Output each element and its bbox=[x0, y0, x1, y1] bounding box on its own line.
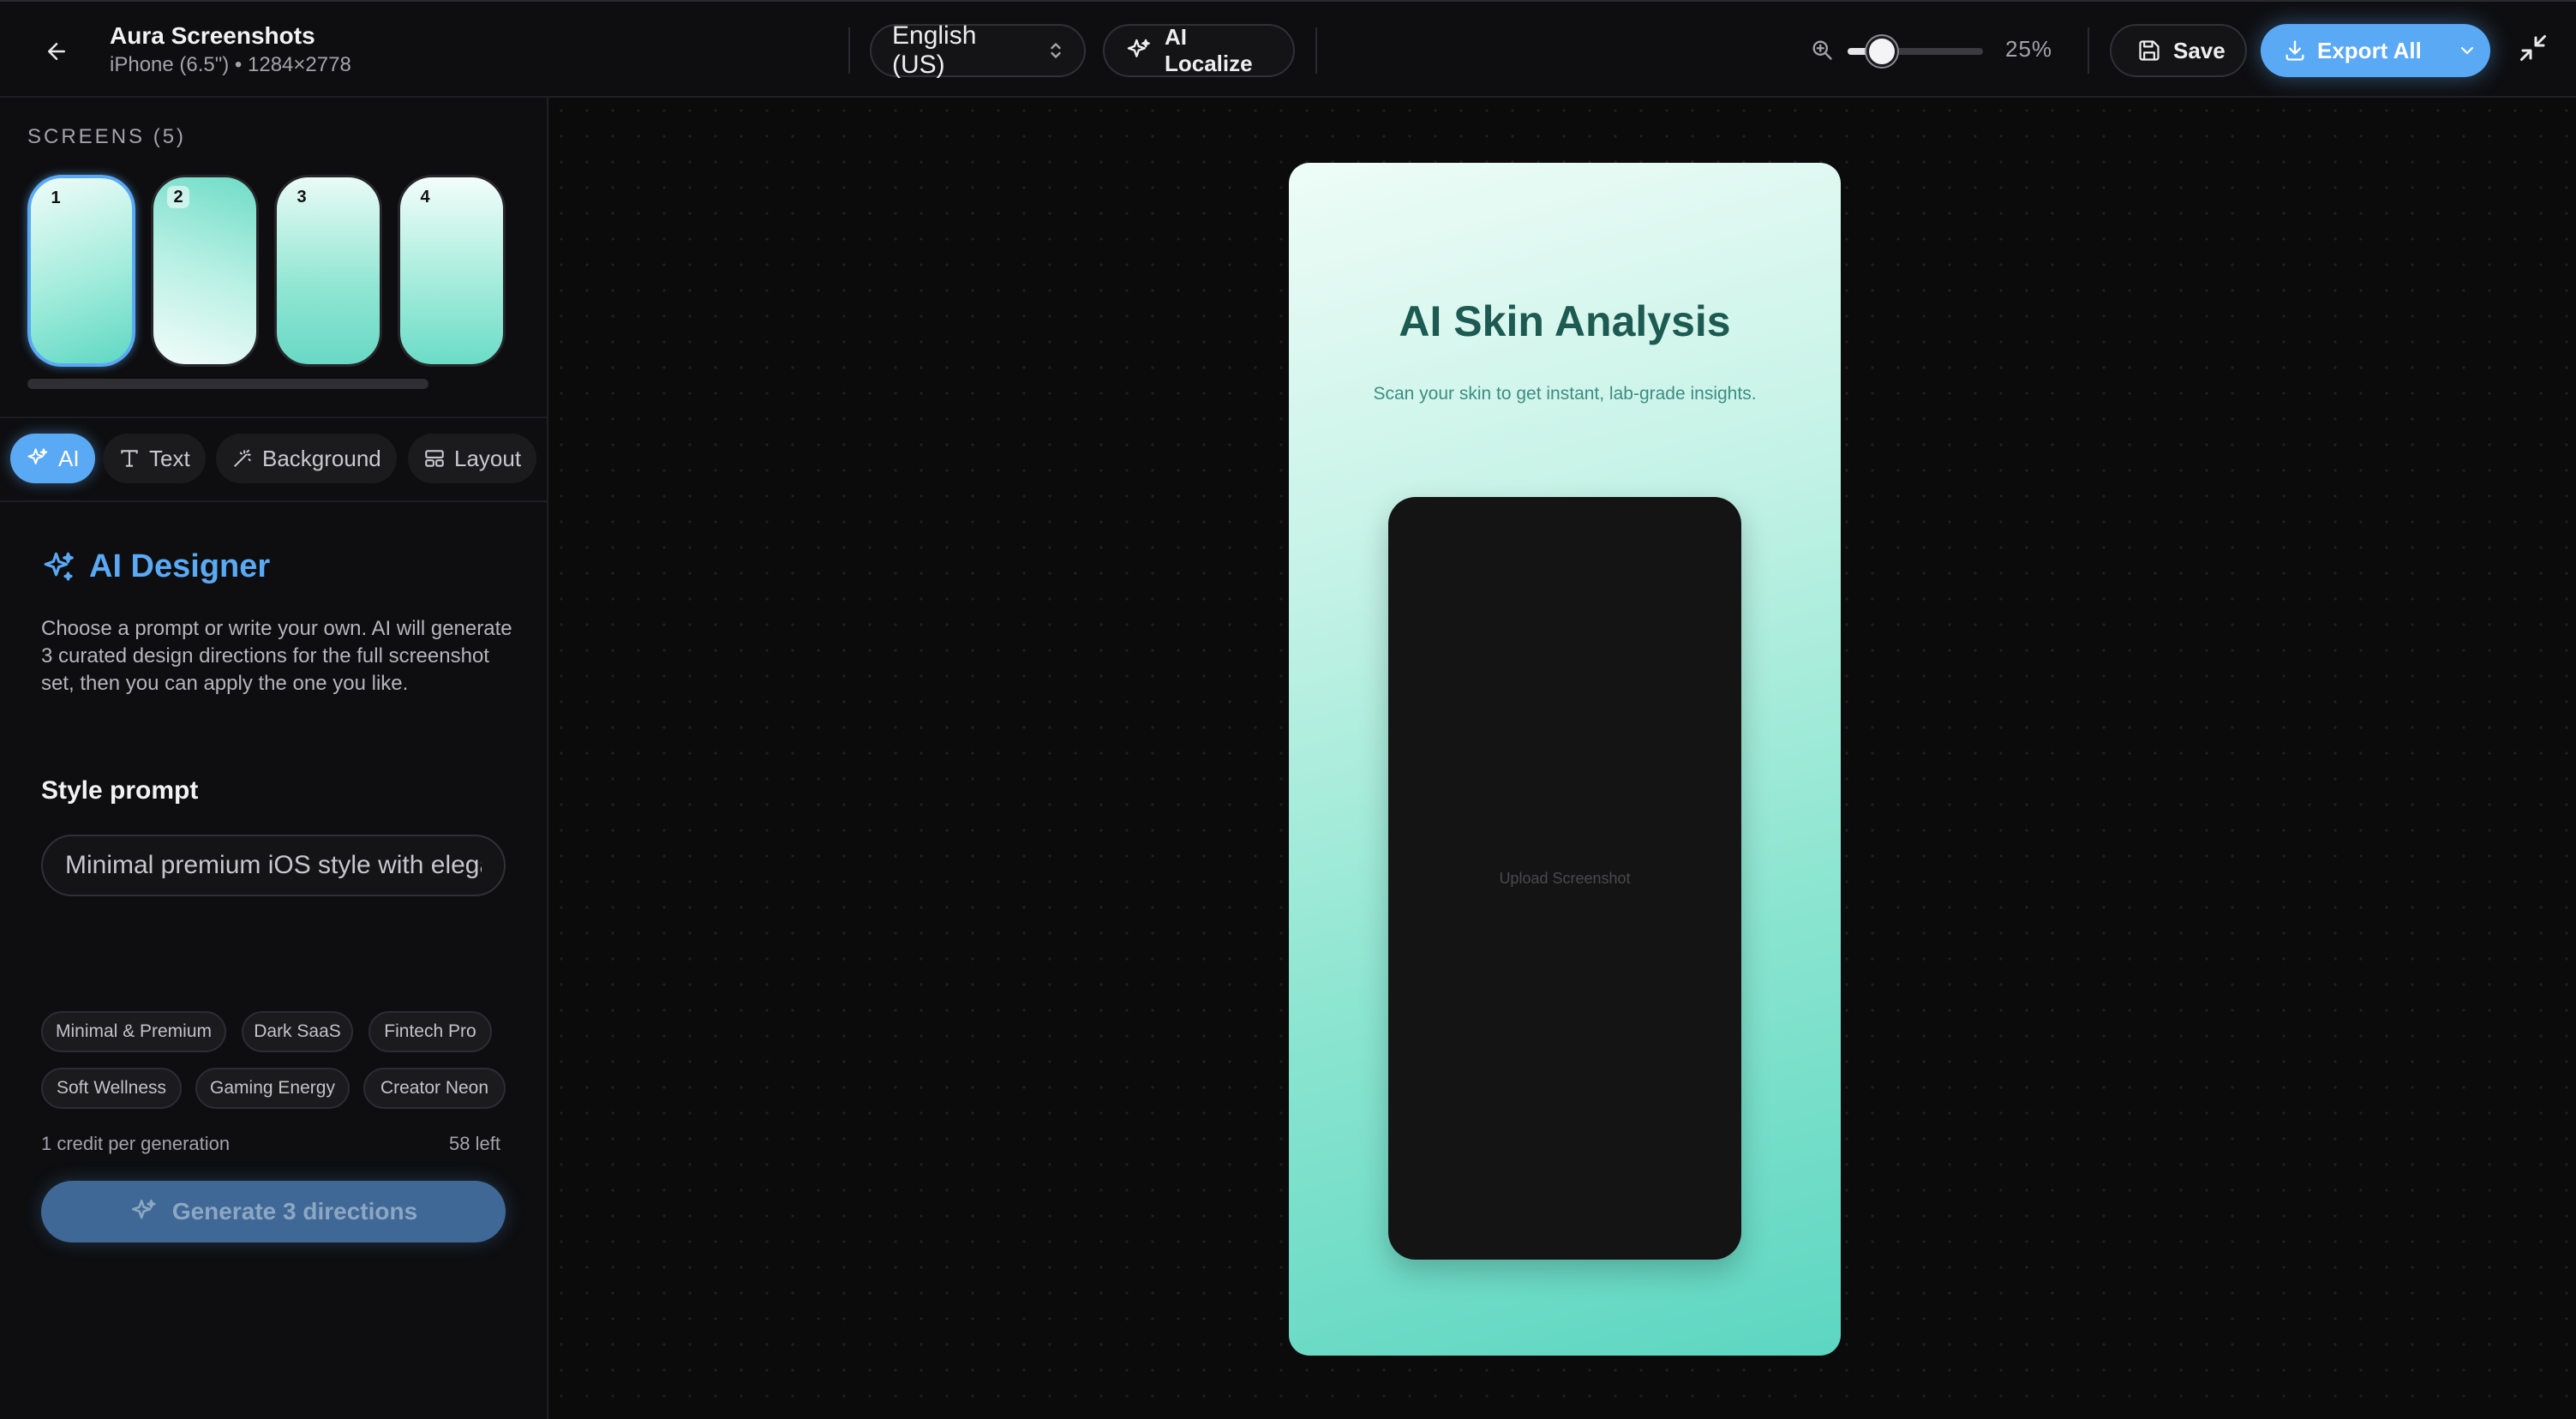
style-prompt-label: Style prompt bbox=[41, 776, 199, 805]
screens-label: SCREENS (5) bbox=[27, 125, 187, 148]
ai-designer-title: AI Designer bbox=[89, 548, 271, 584]
screen-thumbnail-2[interactable]: 2 bbox=[151, 175, 259, 367]
device-frame-upload[interactable]: Upload Screenshot bbox=[1388, 497, 1741, 1260]
divider bbox=[1315, 27, 1317, 74]
preset-chip[interactable]: Minimal & Premium bbox=[41, 1011, 226, 1052]
divider bbox=[0, 500, 547, 502]
zoom-in-icon bbox=[1810, 38, 1834, 62]
divider bbox=[848, 27, 850, 74]
arrow-left-icon bbox=[44, 39, 69, 64]
save-label: Save bbox=[2173, 37, 2226, 63]
thumbnail-number: 4 bbox=[420, 187, 430, 207]
device-subtitle: iPhone (6.5") • 1284×2778 bbox=[110, 53, 351, 76]
sidebar: SCREENS (5) 1 2 3 4 AI Text Background L… bbox=[0, 98, 548, 1419]
screenshot-headline[interactable]: AI Skin Analysis bbox=[1289, 296, 1841, 346]
chevron-up-down-icon bbox=[1048, 40, 1063, 61]
export-all-button[interactable]: Export All bbox=[2261, 24, 2490, 77]
screen-thumbnail-1[interactable]: 1 bbox=[27, 175, 135, 367]
export-all-main[interactable]: Export All bbox=[2261, 24, 2444, 77]
thumbnails-scrollbar[interactable] bbox=[27, 379, 428, 389]
credit-cost-text: 1 credit per generation bbox=[41, 1133, 231, 1154]
language-value: English (US) bbox=[892, 21, 977, 79]
editor-canvas[interactable]: AI Skin Analysis Scan your skin to get i… bbox=[548, 98, 2576, 1419]
thumbnail-number: 1 bbox=[51, 188, 61, 207]
zoom-value: 25% bbox=[2005, 36, 2053, 62]
generate-directions-button[interactable]: Generate 3 directions bbox=[41, 1181, 506, 1242]
screenshot-subheadline[interactable]: Scan your skin to get instant, lab-grade… bbox=[1289, 384, 1841, 404]
credits-left: 58 left bbox=[449, 1133, 500, 1154]
app-title: Aura Screenshots bbox=[110, 22, 315, 49]
preset-chip[interactable]: Fintech Pro bbox=[368, 1011, 492, 1052]
export-menu-button[interactable] bbox=[2444, 24, 2490, 77]
zoom-slider[interactable] bbox=[1848, 36, 1983, 67]
style-prompt-input[interactable] bbox=[41, 835, 506, 896]
tab-text[interactable]: Text bbox=[103, 434, 206, 483]
generate-label: Generate 3 directions bbox=[171, 1198, 418, 1224]
tab-layout[interactable]: Layout bbox=[408, 434, 537, 483]
sparkles-icon bbox=[1125, 37, 1153, 64]
preset-chip[interactable]: Creator Neon bbox=[363, 1068, 506, 1109]
screen-thumbnail-4[interactable]: 4 bbox=[398, 175, 506, 367]
ai-localize-button[interactable]: AI Localize bbox=[1103, 24, 1295, 77]
collapse-button[interactable] bbox=[2518, 33, 2552, 67]
thumbnail-number: 2 bbox=[167, 186, 189, 208]
ai-localize-label: AI Localize bbox=[1165, 24, 1253, 76]
ai-designer-description: Choose a prompt or write your own. AI wi… bbox=[41, 617, 512, 695]
export-all-label: Export All bbox=[2317, 37, 2422, 63]
upload-screenshot-label: Upload Screenshot bbox=[1499, 869, 1631, 887]
back-button[interactable] bbox=[38, 33, 75, 70]
save-button[interactable]: Save bbox=[2110, 24, 2247, 77]
preset-chip[interactable]: Dark SaaS bbox=[242, 1011, 353, 1052]
tab-label: Layout bbox=[454, 445, 522, 471]
magic-wand-icon bbox=[231, 447, 254, 470]
download-icon bbox=[2283, 39, 2307, 63]
divider bbox=[2088, 27, 2089, 74]
language-select[interactable]: English (US) bbox=[870, 21, 1086, 79]
chevron-down-icon bbox=[2457, 40, 2477, 61]
layout-icon bbox=[423, 447, 446, 470]
screenshot-preview[interactable]: AI Skin Analysis Scan your skin to get i… bbox=[1289, 163, 1841, 1356]
tab-label: Background bbox=[262, 445, 381, 471]
sparkles-icon bbox=[129, 1197, 159, 1226]
tab-label: Text bbox=[149, 445, 190, 471]
zoom-slider-handle[interactable] bbox=[1866, 36, 1897, 67]
preset-chip[interactable]: Gaming Energy bbox=[195, 1068, 350, 1109]
divider bbox=[0, 416, 547, 418]
sparkles-icon bbox=[41, 549, 77, 585]
tab-ai[interactable]: AI bbox=[10, 434, 95, 483]
tab-label: AI bbox=[58, 445, 80, 471]
text-icon bbox=[118, 447, 141, 470]
minimize-icon bbox=[2518, 33, 2552, 63]
tab-background[interactable]: Background bbox=[216, 434, 397, 483]
floppy-disk-icon bbox=[2137, 39, 2161, 63]
thumbnail-number: 3 bbox=[297, 187, 307, 207]
sparkles-icon bbox=[26, 446, 50, 470]
top-bar: Aura Screenshots iPhone (6.5") • 1284×27… bbox=[0, 0, 2576, 98]
ai-designer-heading: AI Designer bbox=[41, 548, 270, 585]
screen-thumbnail-3[interactable]: 3 bbox=[274, 175, 382, 367]
preset-chip[interactable]: Soft Wellness bbox=[41, 1068, 182, 1109]
